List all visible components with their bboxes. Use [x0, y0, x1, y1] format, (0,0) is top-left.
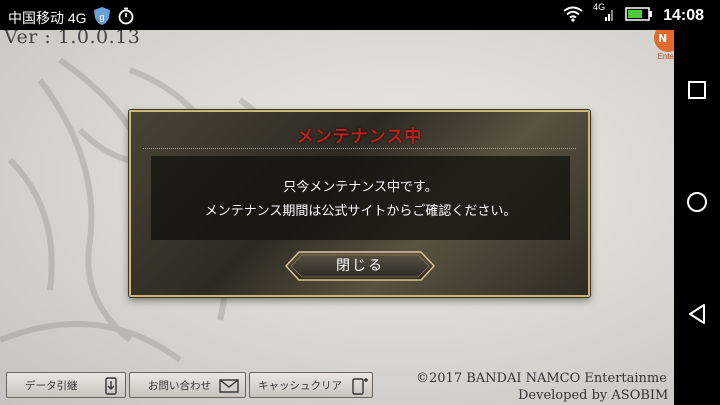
back-triangle-icon: [689, 304, 705, 324]
publisher-logo-text: Ente: [657, 52, 674, 61]
title-divider: [143, 148, 576, 149]
stopwatch-icon: [117, 7, 135, 28]
navigation-bar: [674, 30, 720, 405]
dialog-title: メンテナンス中: [296, 127, 423, 147]
circle-icon: [687, 192, 707, 212]
cache-clear-label: キャッシュクリア: [258, 379, 342, 392]
mail-icon: [219, 379, 239, 396]
publisher-logo: N: [654, 30, 674, 52]
close-button[interactable]: 閉じる: [285, 251, 435, 281]
maintenance-dialog: メンテナンス中 只今メンテナンス中です。 メンテナンス期間は公式サイトからご確認…: [129, 110, 590, 297]
network-type-label: 4G: [593, 2, 606, 12]
contact-button[interactable]: お問い合わせ: [129, 372, 246, 398]
battery-icon: [625, 7, 653, 24]
data-transfer-label: データ引継: [25, 379, 78, 392]
message-box: 只今メンテナンス中です。 メンテナンス期間は公式サイトからご確認ください。: [151, 156, 570, 240]
signal-icon: 4G: [593, 2, 615, 26]
close-button-label: 閉じる: [336, 258, 384, 274]
svg-text:g: g: [99, 12, 104, 22]
status-bar: 中国移动 4G g 4G 14:08: [0, 0, 720, 30]
phone-transfer-icon: [103, 377, 119, 398]
wifi-icon: [563, 6, 583, 25]
square-icon: [688, 81, 706, 99]
data-transfer-button[interactable]: データ引継: [6, 372, 126, 398]
developer-line: Developed by ASOBIM: [518, 388, 669, 403]
clock: 14:08: [663, 6, 704, 24]
cache-clear-button[interactable]: キャッシュクリア: [249, 372, 373, 398]
cache-clear-icon: [349, 377, 369, 398]
copyright-line: ©2017 BANDAI NAMCO Entertainme: [416, 371, 667, 386]
version-label: Ver : 1.0.0.13: [4, 30, 141, 48]
contact-label: お問い合わせ: [148, 379, 211, 392]
copyright-text: ©2017 BANDAI NAMCO Entertainme Developed…: [416, 370, 668, 404]
shield-icon: g: [93, 6, 111, 29]
carrier-label: 中国移动 4G: [8, 9, 87, 26]
recents-button[interactable]: [685, 78, 709, 102]
publisher-logo-letter: N: [658, 31, 668, 45]
message-line-2: メンテナンス期間は公式サイトからご確認ください。: [204, 204, 517, 219]
back-button[interactable]: [685, 302, 709, 326]
home-button[interactable]: [685, 190, 709, 214]
message-line-1: 只今メンテナンス中です。: [283, 180, 438, 195]
game-screen: Ver : 1.0.0.13 N Ente データ引継 お問い合わせ キャッシュ…: [0, 30, 674, 405]
